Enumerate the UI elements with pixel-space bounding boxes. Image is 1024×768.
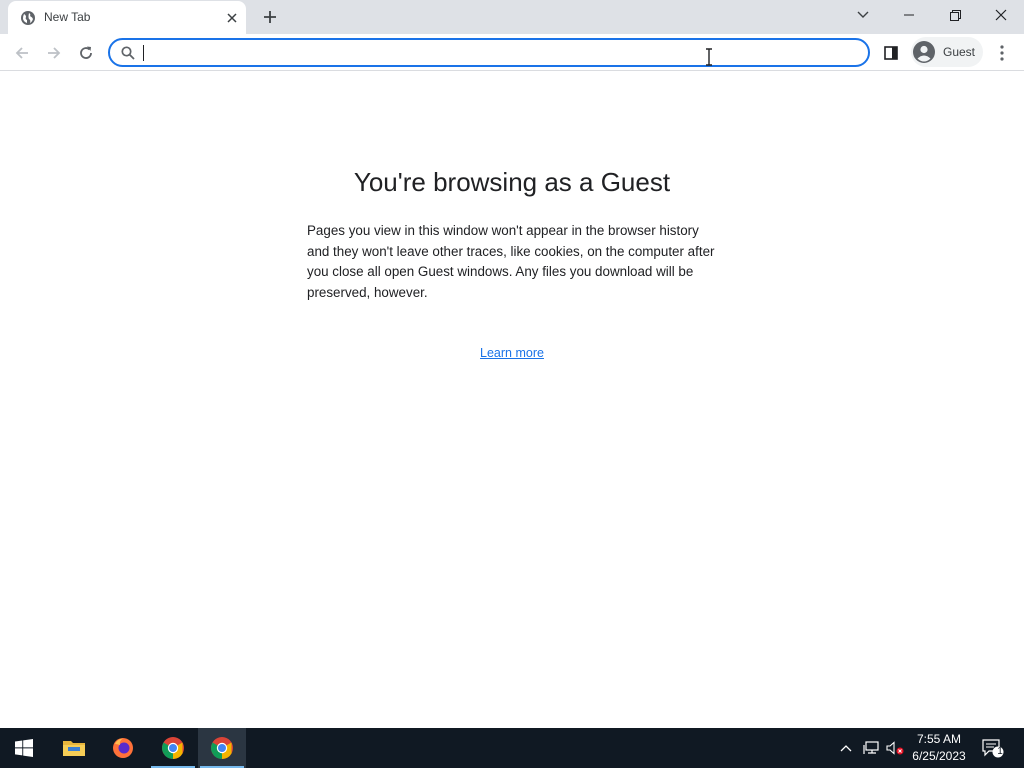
back-button[interactable] bbox=[8, 39, 36, 67]
close-icon bbox=[227, 13, 237, 23]
more-vert-icon bbox=[1000, 45, 1004, 61]
taskbar-firefox[interactable] bbox=[99, 728, 147, 768]
address-bar[interactable] bbox=[108, 38, 870, 67]
browser-toolbar: Guest bbox=[0, 34, 1024, 71]
profile-button[interactable]: Guest bbox=[911, 37, 983, 67]
address-input[interactable] bbox=[142, 43, 842, 63]
text-caret bbox=[143, 45, 144, 61]
menu-button[interactable] bbox=[988, 39, 1016, 67]
side-panel-button[interactable] bbox=[877, 39, 905, 67]
close-tab-button[interactable] bbox=[223, 9, 241, 27]
restore-button[interactable] bbox=[932, 0, 978, 30]
learn-more-link[interactable]: Learn more bbox=[0, 346, 1024, 360]
volume-button[interactable] bbox=[884, 728, 906, 768]
taskbar-chrome[interactable] bbox=[149, 728, 197, 768]
taskbar-chrome-active[interactable] bbox=[198, 728, 246, 768]
arrow-right-icon bbox=[48, 47, 61, 59]
arrow-left-icon bbox=[15, 47, 28, 59]
chevron-up-icon bbox=[840, 745, 852, 752]
page-title: You're browsing as a Guest bbox=[353, 167, 671, 197]
close-window-button[interactable] bbox=[978, 0, 1024, 30]
new-tab-button[interactable] bbox=[258, 5, 282, 29]
clock-date: 6/25/2023 bbox=[912, 749, 966, 763]
taskbar-file-explorer[interactable] bbox=[50, 728, 98, 768]
chrome-icon bbox=[162, 737, 184, 759]
reload-button[interactable] bbox=[72, 39, 100, 67]
tab-new-tab[interactable]: New Tab bbox=[8, 1, 246, 34]
show-hidden-icons-button[interactable] bbox=[836, 728, 856, 768]
file-explorer-icon bbox=[63, 741, 85, 756]
chevron-down-icon bbox=[857, 11, 869, 18]
search-icon bbox=[121, 46, 135, 60]
minimize-icon bbox=[904, 14, 914, 16]
forward-button[interactable] bbox=[40, 39, 68, 67]
clock-time: 7:55 AM bbox=[916, 732, 962, 746]
tab-strip: New Tab bbox=[0, 0, 1024, 34]
start-button[interactable] bbox=[0, 728, 48, 768]
avatar-icon bbox=[913, 41, 935, 63]
network-button[interactable] bbox=[860, 728, 882, 768]
tab-title: New Tab bbox=[44, 10, 91, 24]
network-icon bbox=[863, 741, 879, 754]
firefox-icon bbox=[113, 738, 133, 758]
restore-icon bbox=[949, 9, 961, 21]
close-icon bbox=[995, 9, 1007, 21]
profile-label: Guest bbox=[943, 45, 976, 59]
minimize-button[interactable] bbox=[886, 0, 932, 30]
guest-description: Pages you view in this window won't appe… bbox=[307, 223, 715, 300]
side-panel-icon bbox=[884, 46, 898, 60]
start-icon bbox=[15, 739, 33, 757]
notifications-button[interactable]: 1 bbox=[980, 728, 1006, 768]
taskbar: 7:55 AM 6/25/2023 1 bbox=[0, 728, 1024, 768]
i-beam-cursor-icon bbox=[706, 48, 712, 66]
clock[interactable]: 7:55 AM 6/25/2023 bbox=[904, 731, 974, 765]
plus-icon bbox=[264, 11, 276, 23]
tab-search-button[interactable] bbox=[840, 0, 886, 30]
chrome-icon bbox=[211, 737, 233, 759]
guest-page: You're browsing as a Guest Pages you vie… bbox=[0, 71, 1024, 728]
globe-icon bbox=[21, 11, 35, 25]
volume-muted-icon bbox=[886, 741, 904, 755]
reload-icon bbox=[80, 46, 92, 59]
notification-count: 1 bbox=[997, 746, 1003, 757]
